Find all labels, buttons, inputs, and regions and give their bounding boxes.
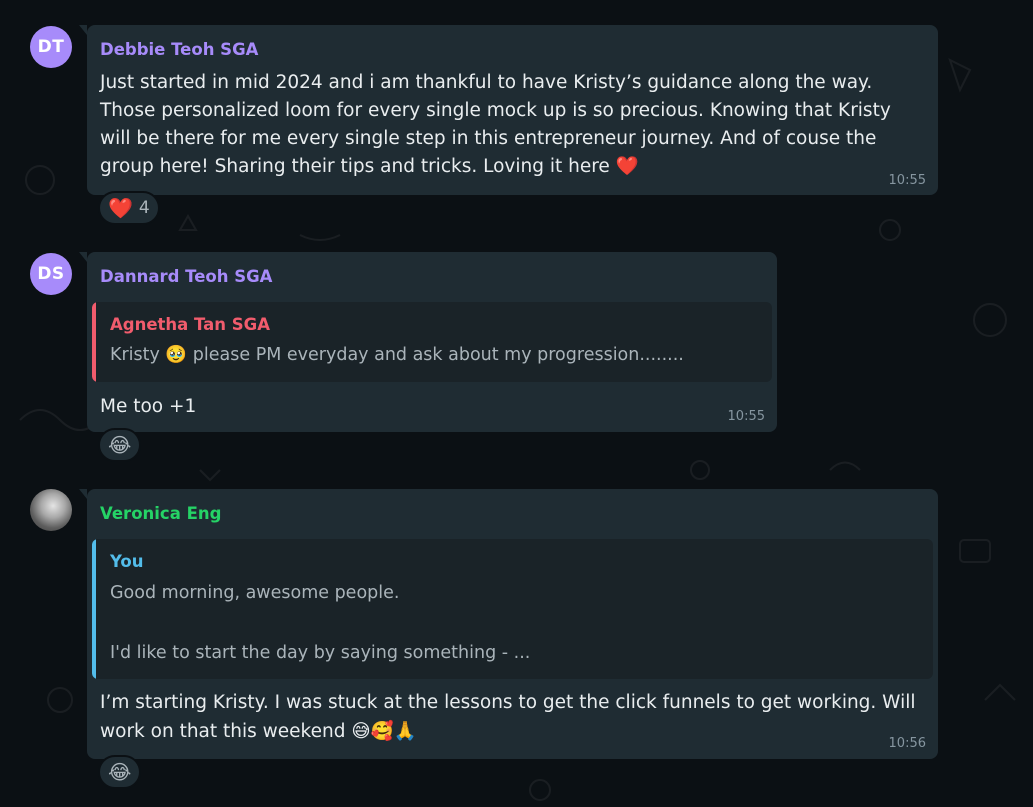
- message-bubble-dannard[interactable]: Dannard Teoh SGA Agnetha Tan SGA Kristy …: [79, 252, 777, 432]
- message-text-line: group here! Sharing their tips and trick…: [100, 156, 639, 177]
- heart-emoji-icon: ❤️: [108, 196, 133, 220]
- message-timestamp: 10:56: [888, 736, 926, 751]
- avatar-debbie[interactable]: DT: [30, 26, 72, 68]
- message-bubble-debbie[interactable]: Debbie Teoh SGA Just started in mid 2024…: [79, 25, 938, 195]
- avatar-veronica-photo[interactable]: [30, 489, 72, 531]
- message-text-line: work on that this weekend 😅🥰🙏: [100, 721, 417, 742]
- avatar-dannard[interactable]: DS: [30, 253, 72, 295]
- laughing-emoji-icon: 😂: [108, 760, 132, 784]
- reaction-pill[interactable]: 😂: [98, 428, 142, 462]
- quote-accent-bar: [92, 539, 96, 679]
- reaction-pill[interactable]: 😂: [98, 755, 142, 789]
- message-text-line: Me too +1: [100, 396, 197, 417]
- quote-sender-name: Agnetha Tan SGA: [110, 315, 270, 334]
- quote-text: Kristy 🥹 please PM everyday and ask abou…: [110, 345, 684, 365]
- message-text-line: Those personalized loom for every single…: [100, 100, 891, 121]
- message-text-line: will be there for me every single step i…: [100, 128, 877, 149]
- message-text-line: I’m starting Kristy. I was stuck at the …: [100, 692, 916, 713]
- message-bubble-veronica[interactable]: Veronica Eng You Good morning, awesome p…: [79, 489, 938, 759]
- reaction-pill[interactable]: ❤️ 4: [98, 191, 160, 225]
- quote-accent-bar: [92, 302, 96, 382]
- quote-text-line: I'd like to start the day by saying some…: [110, 643, 531, 663]
- message-timestamp: 10:55: [888, 173, 926, 188]
- message-timestamp: 10:55: [727, 409, 765, 424]
- sender-name[interactable]: Veronica Eng: [100, 504, 221, 523]
- message-text-line: Just started in mid 2024 and i am thankf…: [100, 72, 873, 93]
- quoted-message[interactable]: You Good morning, awesome people. I'd li…: [92, 539, 933, 679]
- laughing-emoji-icon: 😂: [108, 433, 132, 457]
- quote-sender-name: You: [110, 552, 144, 571]
- sender-name[interactable]: Debbie Teoh SGA: [100, 40, 258, 59]
- quoted-message[interactable]: Agnetha Tan SGA Kristy 🥹 please PM every…: [92, 302, 772, 382]
- reaction-count: 4: [138, 198, 150, 218]
- quote-text-line: Good morning, awesome people.: [110, 583, 400, 603]
- sender-name[interactable]: Dannard Teoh SGA: [100, 267, 272, 286]
